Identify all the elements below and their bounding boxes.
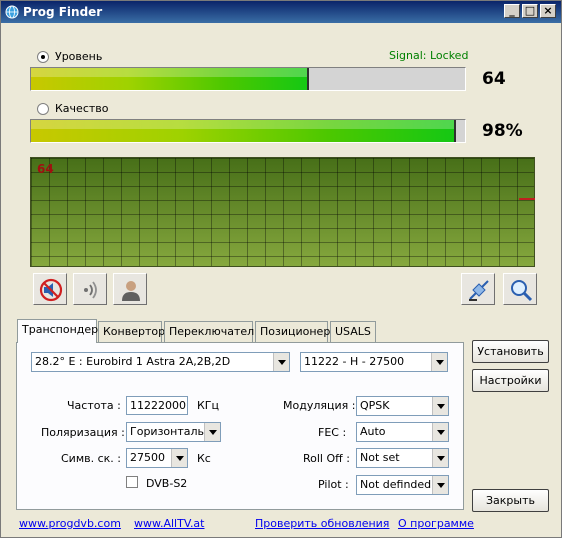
- symbol-rate-label: Симв. ск. :: [61, 452, 121, 465]
- minimize-button[interactable]: _: [504, 4, 520, 18]
- level-bar-marker: [306, 68, 309, 90]
- pilot-select-value: Not definded: [360, 478, 432, 491]
- graph-level-line: [519, 198, 535, 200]
- signal-graph: 64: [30, 157, 535, 267]
- fec-label: FEC :: [318, 426, 347, 439]
- user-button[interactable]: [113, 273, 147, 305]
- tab-converter[interactable]: Конвертор: [98, 321, 165, 342]
- dvbs2-label: DVB-S2: [146, 477, 188, 490]
- mute-speaker-icon: [39, 278, 63, 302]
- chevron-down-icon[interactable]: [432, 449, 448, 467]
- polarization-select[interactable]: Горизонтальн: [126, 422, 221, 442]
- window-title: Prog Finder: [23, 5, 103, 19]
- dvbs2-checkbox[interactable]: [126, 476, 138, 488]
- pilot-select[interactable]: Not definded: [356, 475, 449, 495]
- chevron-down-icon[interactable]: [171, 449, 187, 467]
- satellite-select[interactable]: 28.2° E : Eurobird 1 Astra 2A,2B,2D: [31, 352, 290, 372]
- modulation-select-value: QPSK: [360, 399, 390, 412]
- modulation-select[interactable]: QPSK: [356, 396, 449, 416]
- app-globe-icon: [5, 5, 19, 19]
- tab-usals[interactable]: USALS: [330, 321, 376, 342]
- pilot-label: Pilot :: [318, 478, 349, 491]
- alltv-link[interactable]: www.AllTV.at: [134, 517, 205, 530]
- symbol-rate-select-value: 27500: [130, 451, 165, 464]
- satellite-select-value: 28.2° E : Eurobird 1 Astra 2A,2B,2D: [35, 355, 231, 368]
- sound-button[interactable]: [73, 273, 107, 305]
- rolloff-select-value: Not set: [360, 451, 400, 464]
- frequency-label: Частота :: [67, 399, 121, 412]
- tab-positioner[interactable]: Позиционер: [255, 321, 330, 342]
- chevron-down-icon[interactable]: [432, 476, 448, 494]
- settings-button[interactable]: Настройки: [472, 369, 549, 392]
- close-window-button[interactable]: ×: [540, 4, 556, 18]
- chevron-down-icon[interactable]: [432, 423, 448, 441]
- satellite-icon: [469, 280, 489, 301]
- fec-select-value: Auto: [360, 425, 386, 438]
- tab-transponder[interactable]: Транспондер: [17, 319, 98, 343]
- check-updates-link[interactable]: Проверить обновления: [255, 517, 389, 530]
- prog-finder-window: Prog Finder _ □ × Уровень Signal: Locked…: [0, 0, 562, 538]
- quality-radio[interactable]: [37, 103, 49, 115]
- level-label: Уровень: [55, 50, 103, 63]
- magnifier-icon: [511, 280, 533, 302]
- symbol-rate-unit: Кс: [197, 452, 211, 465]
- signal-status: Signal: Locked: [389, 49, 469, 62]
- maximize-button[interactable]: □: [522, 4, 538, 18]
- sound-waves-icon: [84, 281, 97, 299]
- level-value: 64: [482, 69, 506, 89]
- polarization-select-value: Горизонтальн: [130, 425, 212, 438]
- frequency-input[interactable]: 11222000: [126, 396, 188, 415]
- mute-button[interactable]: [33, 273, 67, 305]
- user-icon: [122, 281, 140, 301]
- level-option[interactable]: Уровень: [37, 49, 102, 65]
- fec-select[interactable]: Auto: [356, 422, 449, 442]
- rolloff-label: Roll Off :: [303, 452, 350, 465]
- tab-switch[interactable]: Переключатель: [164, 321, 261, 342]
- frequency-unit: КГц: [197, 399, 220, 412]
- symbol-rate-select[interactable]: 27500: [126, 448, 188, 468]
- quality-bar-fill: [31, 120, 457, 142]
- quality-bar: [30, 119, 466, 143]
- quality-bar-marker: [454, 120, 457, 142]
- chevron-down-icon[interactable]: [431, 353, 447, 371]
- graph-value-label: 64: [37, 162, 54, 176]
- quality-value: 98%: [482, 121, 523, 141]
- chevron-down-icon[interactable]: [204, 423, 220, 441]
- level-bar-fill: [31, 68, 309, 90]
- install-button[interactable]: Установить: [472, 340, 549, 363]
- progdvb-link[interactable]: www.progdvb.com: [19, 517, 121, 530]
- rolloff-select[interactable]: Not set: [356, 448, 449, 468]
- modulation-label: Модуляция :: [283, 399, 356, 412]
- transponder-select-value: 11222 - H - 27500: [304, 355, 405, 368]
- search-button[interactable]: [503, 273, 537, 305]
- quality-option[interactable]: Качество: [37, 101, 109, 117]
- chevron-down-icon[interactable]: [432, 397, 448, 415]
- chevron-down-icon[interactable]: [273, 353, 289, 371]
- polarization-label: Поляризация :: [41, 426, 125, 439]
- about-link[interactable]: О программе: [398, 517, 474, 530]
- close-button[interactable]: Закрыть: [472, 489, 549, 512]
- transponder-select[interactable]: 11222 - H - 27500: [300, 352, 448, 372]
- satellite-button[interactable]: [461, 273, 495, 305]
- title-bar[interactable]: Prog Finder _ □ ×: [1, 1, 561, 23]
- level-bar: [30, 67, 466, 91]
- quality-label: Качество: [55, 102, 109, 115]
- level-radio[interactable]: [37, 51, 49, 63]
